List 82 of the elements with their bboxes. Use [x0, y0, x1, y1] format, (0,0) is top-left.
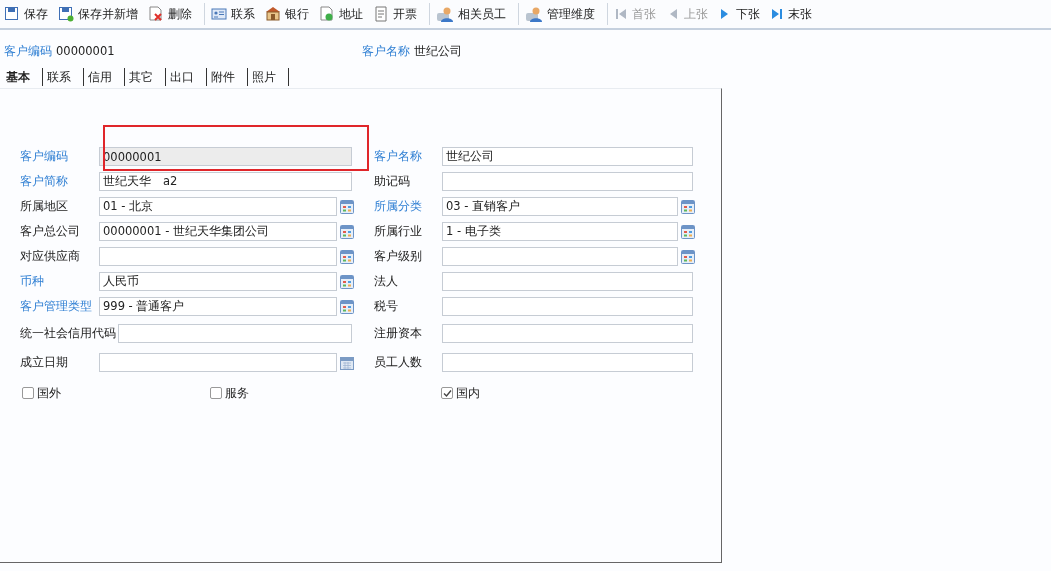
skip-last-icon	[770, 7, 784, 21]
field-label: 客户名称	[374, 149, 423, 164]
field-label: 客户总公司	[20, 224, 81, 239]
input-field[interactable]: 世纪公司	[442, 147, 693, 166]
document-at-icon	[319, 6, 335, 22]
input-field[interactable]	[442, 353, 693, 372]
field-label: 法人	[374, 274, 399, 289]
field-label: 税号	[374, 299, 399, 314]
toolbar-button[interactable]: 保存	[2, 3, 56, 25]
toolbar-button[interactable]: 下张	[716, 3, 768, 25]
field-label: 客户级别	[374, 249, 423, 264]
field-label: 员工人数	[374, 355, 423, 370]
input-field[interactable]	[442, 324, 693, 343]
field-label: 对应供应商	[20, 249, 81, 264]
input-field[interactable]: 999 - 普通客户	[99, 297, 337, 316]
document-delete-icon	[148, 6, 164, 22]
tab[interactable]: 出口	[166, 68, 207, 86]
toolbar-button[interactable]: 末张	[768, 3, 820, 25]
input-field[interactable]: 00000001 - 世纪天华集团公司	[99, 222, 337, 241]
toolbar-button[interactable]: 联系	[209, 3, 263, 25]
checkbox[interactable]	[22, 387, 34, 399]
input-field[interactable]: 01 - 北京	[99, 197, 337, 216]
checkbox-label: 服务	[225, 385, 249, 401]
field-value: 00000001	[56, 43, 115, 59]
toolbar-button[interactable]: 管理维度	[523, 3, 603, 25]
checkbox-label: 国外	[37, 385, 61, 401]
field-label: 客户编码	[20, 149, 69, 164]
field-label: 客户编码	[4, 43, 52, 59]
input-field[interactable]	[442, 172, 693, 191]
toolbar-button[interactable]: 保存并新增	[56, 3, 146, 25]
tab[interactable]: 信用	[84, 68, 125, 86]
input-field[interactable]: 世纪天华 a2	[99, 172, 352, 191]
input-field[interactable]	[442, 272, 693, 291]
toolbar-button[interactable]: 银行	[263, 3, 317, 25]
tab[interactable]: 基本	[2, 68, 43, 86]
bank-building-icon	[265, 6, 281, 22]
input-field[interactable]: 人民币	[99, 272, 337, 291]
person-icon	[436, 6, 454, 22]
field-label: 客户名称	[362, 43, 410, 59]
tab[interactable]: 照片	[248, 68, 289, 86]
checkbox[interactable]	[441, 387, 453, 399]
field-label: 成立日期	[20, 355, 69, 370]
toolbar-button[interactable]: 删除	[146, 3, 200, 25]
lookup-grid-icon[interactable]	[340, 199, 354, 214]
floppy-disk-plus-icon	[58, 6, 74, 22]
field-label: 所属行业	[374, 224, 423, 239]
field-label: 所属分类	[374, 199, 423, 214]
lookup-grid-icon[interactable]	[681, 249, 695, 264]
input-field[interactable]: 1 - 电子类	[442, 222, 678, 241]
lookup-grid-icon[interactable]	[681, 199, 695, 214]
input-field[interactable]: 03 - 直销客户	[442, 197, 678, 216]
toolbar-button[interactable]: 地址	[317, 3, 371, 25]
input-field[interactable]	[99, 353, 337, 372]
invoice-icon	[373, 6, 389, 22]
tab[interactable]: 其它	[125, 68, 166, 86]
toolbar-button[interactable]: 开票	[371, 3, 425, 25]
lookup-grid-icon[interactable]	[340, 299, 354, 314]
field-label: 助记码	[374, 174, 411, 189]
toolbar-button[interactable]: 相关员工	[434, 3, 514, 25]
tab[interactable]: 联系	[43, 68, 84, 86]
field-label: 统一社会信用代码	[20, 326, 117, 341]
checkbox[interactable]	[210, 387, 222, 399]
field-label: 注册资本	[374, 326, 423, 341]
field-value: 世纪公司	[414, 43, 462, 59]
lookup-grid-icon[interactable]	[340, 249, 354, 264]
person-icon	[525, 6, 543, 22]
calendar-icon[interactable]	[340, 355, 354, 370]
field-label: 客户管理类型	[20, 299, 93, 314]
lookup-grid-icon[interactable]	[340, 274, 354, 289]
contact-card-icon	[211, 6, 227, 22]
lookup-grid-icon[interactable]	[681, 224, 695, 239]
field-label: 币种	[20, 274, 45, 289]
field-label: 客户简称	[20, 174, 69, 189]
checkbox-label: 国内	[456, 385, 480, 401]
input-field[interactable]	[118, 324, 352, 343]
input-field[interactable]	[442, 297, 693, 316]
input-field[interactable]	[442, 247, 678, 266]
field-label: 所属地区	[20, 199, 69, 214]
tab[interactable]: 附件	[207, 68, 248, 86]
skip-first-icon	[614, 7, 628, 21]
input-field[interactable]	[99, 247, 337, 266]
lookup-grid-icon[interactable]	[340, 224, 354, 239]
